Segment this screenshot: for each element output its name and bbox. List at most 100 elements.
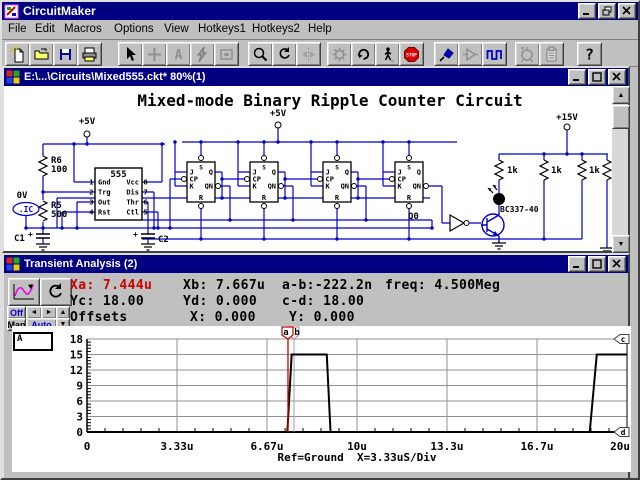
document-icon [6, 70, 20, 84]
delete-tool-button[interactable] [190, 42, 215, 66]
walking-man-icon [379, 46, 396, 63]
ground-symbol [492, 243, 506, 249]
capacitor-c1[interactable]: C1 [14, 230, 50, 250]
digital-options-button[interactable] [327, 42, 352, 66]
svg-text:3: 3 [89, 199, 93, 207]
scroll-down-button[interactable]: ▼ [612, 235, 630, 253]
menu-view[interactable]: View [164, 23, 189, 35]
inverter-gate[interactable] [450, 215, 469, 231]
circuit-diagram: S J CP K Q QN R + [4, 86, 612, 251]
waveform-settings-button[interactable] [8, 278, 40, 306]
trace-tool-button[interactable] [458, 42, 483, 66]
svg-text:7: 7 [144, 189, 148, 197]
schematic-window: E:\...\Circuits\Mixed555.ckt* 80%(1) S J… [2, 66, 630, 253]
terminal-icon [84, 131, 90, 137]
menu-file[interactable]: File [8, 23, 27, 35]
text-tool-button[interactable]: A [166, 42, 191, 66]
schematic-close-button[interactable] [608, 69, 626, 85]
schematic-maximize-button[interactable] [588, 69, 606, 85]
digital-waveforms-button[interactable] [482, 42, 507, 66]
supply-15v[interactable]: +15V [556, 113, 578, 130]
svg-text:a: a [283, 328, 288, 338]
jk-flipflop-2[interactable] [245, 156, 284, 209]
schematic-title-bar[interactable]: E:\...\Circuits\Mixed555.ckt* 80%(1) [4, 68, 628, 86]
close-icon [622, 6, 632, 16]
jk-flipflop-3[interactable] [318, 156, 357, 209]
close-button[interactable] [618, 3, 636, 19]
reset-arrow-icon [46, 282, 66, 302]
led[interactable] [488, 185, 505, 205]
stop-simulation-button[interactable]: STOP [399, 42, 424, 66]
app-icon[interactable] [4, 4, 19, 19]
device-parameters-button[interactable] [515, 42, 540, 66]
jk-flipflop-1[interactable] [182, 156, 221, 209]
analysis-close-button[interactable] [608, 256, 626, 272]
scroll-up-button[interactable]: ▲ [612, 86, 630, 104]
maximize-icon [592, 259, 602, 269]
jk-flipflop-4[interactable] [390, 156, 429, 209]
transistor-bc337[interactable]: BC337-40 [481, 205, 539, 243]
mirror-tool-button[interactable] [296, 42, 321, 66]
probe-tool-button[interactable] [434, 42, 459, 66]
analysis-title-bar[interactable]: Transient Analysis (2) [4, 255, 628, 273]
svg-text:555: 555 [110, 170, 126, 180]
supply-5v-1[interactable]: +5V [79, 117, 96, 137]
wire-tool-button[interactable] [142, 42, 167, 66]
resistor-1k-1[interactable]: 1k [495, 160, 518, 180]
transient-plot[interactable]: 036912151803.33u6.67u10u13.3u16.7u20ubac… [57, 326, 640, 468]
analysis-minimize-button[interactable] [568, 256, 586, 272]
save-button[interactable] [53, 42, 78, 66]
gear-icon [331, 46, 348, 63]
ground-symbol [600, 248, 612, 251]
timer-555[interactable]: 555 1 Gnd 2 Trg 3 Out 4 Rst Vcc 8 Dis 7 … [89, 168, 147, 220]
ic-directive[interactable]: 0V .IC [13, 191, 39, 216]
selection-tool-button[interactable] [118, 42, 143, 66]
new-file-button[interactable] [5, 42, 30, 66]
macro-tool-button[interactable] [539, 42, 564, 66]
analysis-reset-button[interactable] [40, 278, 72, 306]
rotate-tool-button[interactable] [272, 42, 297, 66]
frame-tool-button[interactable] [214, 42, 239, 66]
analysis-maximize-button[interactable] [588, 256, 606, 272]
minimize-button[interactable] [578, 3, 596, 19]
svg-text:15: 15 [70, 349, 83, 362]
svg-text:3: 3 [76, 411, 83, 424]
print-button[interactable] [77, 42, 102, 66]
scroll-thumb[interactable] [612, 105, 630, 129]
schematic-vscrollbar[interactable]: ▲ ▼ [612, 86, 628, 251]
menu-hotkeys1[interactable]: Hotkeys1 [198, 23, 246, 35]
net-label-q0[interactable]: Q0 [408, 212, 419, 222]
resistor-1k-3[interactable]: 1k [578, 160, 600, 180]
menu-hotkeys2[interactable]: Hotkeys2 [252, 23, 300, 35]
help-button[interactable]: ? [577, 42, 602, 66]
transistor-check-icon [519, 46, 536, 63]
minimize-icon [582, 6, 592, 16]
svg-text:Out: Out [98, 199, 111, 207]
menu-options[interactable]: Options [114, 23, 154, 35]
stop-sign-icon: STOP [403, 46, 420, 63]
reset-simulation-button[interactable] [351, 42, 376, 66]
schematic-minimize-button[interactable] [568, 69, 586, 85]
single-step-button[interactable] [375, 42, 400, 66]
resistor-r5[interactable]: R5 500 [39, 201, 67, 221]
measure-yd: Yd: 0.000 [183, 294, 257, 309]
svg-text:6: 6 [144, 199, 148, 207]
trace-a-selector[interactable]: A [13, 332, 53, 351]
menu-help[interactable]: Help [308, 23, 332, 35]
main-title-bar[interactable]: CircuitMaker [2, 2, 638, 20]
open-file-button[interactable] [29, 42, 54, 66]
resistor-1k-2[interactable]: 1k [540, 160, 562, 180]
menu-macros[interactable]: Macros [64, 23, 102, 35]
mirror-icon [300, 46, 317, 63]
restore-button[interactable] [598, 3, 616, 19]
capacitor-c2[interactable]: C2 [133, 230, 169, 250]
resistor-1k-4[interactable] [603, 160, 611, 180]
analysis-title: Transient Analysis (2) [24, 258, 137, 270]
resistor-r6[interactable]: R6 100 [39, 156, 67, 176]
schematic-title: E:\...\Circuits\Mixed555.ckt* 80%(1) [24, 71, 206, 83]
text-tool-icon: A [170, 46, 187, 63]
schematic-canvas[interactable]: S J CP K Q QN R + [4, 86, 612, 251]
supply-5v-2[interactable]: +5V [270, 109, 287, 128]
zoom-tool-button[interactable] [248, 42, 273, 66]
menu-edit[interactable]: Edit [35, 23, 55, 35]
